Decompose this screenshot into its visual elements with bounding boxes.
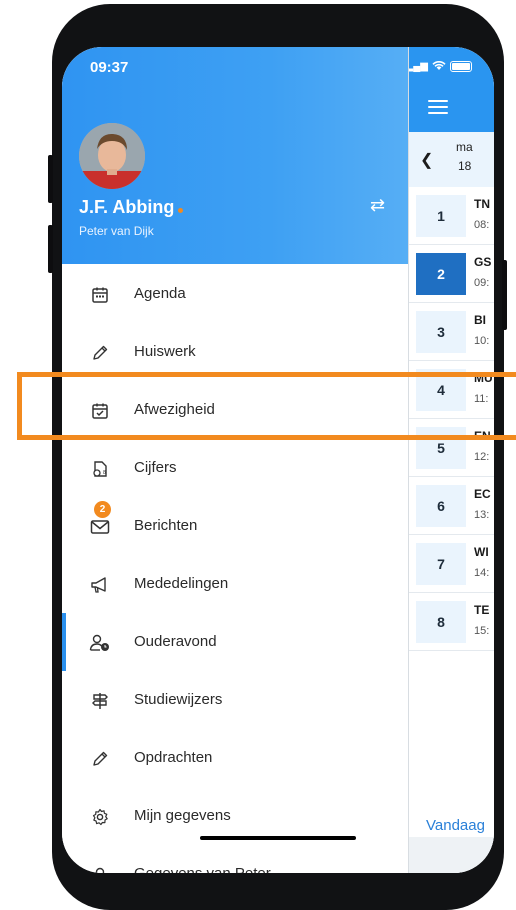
lesson-row[interactable]: 3 BI 10: (408, 303, 494, 361)
menu-item-cijfers[interactable]: 8 Cijfers (62, 439, 408, 497)
lesson-row[interactable]: 7 WI 14: (408, 535, 494, 593)
pencil-icon (88, 341, 112, 365)
lesson-time: 14: (474, 567, 490, 579)
stage: ▂▄▆ ❮ ma 18 1 TN 08: 2 GS 09: 3 BI 10: 4 MU 11: 5 EN 1… (0, 0, 516, 910)
menu-label: Ouderavond (134, 633, 217, 650)
lesson-number: 8 (416, 601, 466, 643)
menu-item-studiewijzers[interactable]: Studiewijzers (62, 671, 408, 729)
side-button (48, 155, 53, 203)
side-button (502, 260, 507, 330)
date-row: ❮ ma 18 (408, 132, 494, 187)
camera-area (62, 47, 494, 94)
lesson-number: 1 (416, 195, 466, 237)
lesson-subject: WI (474, 545, 489, 559)
menu-label: Berichten (134, 517, 198, 534)
today-button[interactable]: Vandaag (426, 817, 485, 834)
unread-badge: 2 (94, 501, 111, 518)
menu-item-ouderavond[interactable]: Ouderavond (62, 613, 408, 671)
day-number: 18 (458, 159, 472, 173)
grades-icon: 8 (88, 457, 112, 481)
person-icon (88, 863, 112, 873)
side-button (48, 225, 53, 273)
menu-label: Cijfers (134, 459, 177, 476)
home-indicator (200, 836, 356, 840)
menu-label: Opdrachten (134, 749, 213, 766)
menu-item-agenda[interactable]: Agenda (62, 265, 408, 323)
lesson-time: 15: (474, 625, 490, 637)
lesson-row[interactable]: 1 TN 08: (408, 187, 494, 245)
parent-meeting-icon (88, 631, 112, 655)
lesson-number: 7 (416, 543, 466, 585)
lesson-subject: BI (474, 313, 486, 327)
user-name-text: J.F. Abbing (79, 197, 175, 217)
menu-label: Mededelingen (134, 575, 229, 592)
lesson-number: 6 (416, 485, 466, 527)
lesson-number: 3 (416, 311, 466, 353)
schedule-footer (408, 837, 494, 873)
active-indicator (62, 613, 66, 671)
lesson-time: 13: (474, 509, 490, 521)
menu-item-opdrachten[interactable]: Opdrachten (62, 729, 408, 787)
menu-label: Mijn gegevens (134, 807, 231, 824)
svg-text:8: 8 (103, 470, 106, 476)
menu-item-gegevens-van-peter[interactable]: Gegevens van Peter (62, 845, 408, 873)
menu-label: Gegevens van Peter (134, 865, 271, 873)
lesson-subject: TE (474, 603, 490, 617)
menu-label: Huiswerk (134, 343, 196, 360)
lesson-row[interactable]: 6 EC 13: (408, 477, 494, 535)
status-dot (178, 208, 184, 213)
screen: ▂▄▆ ❮ ma 18 1 TN 08: 2 GS 09: 3 BI 10: 4 MU 11: 5 EN 1… (62, 47, 494, 873)
user-name: J.F. Abbing (79, 197, 184, 218)
schedule-pane: ▂▄▆ ❮ ma 18 1 TN 08: 2 GS 09: 3 BI 10: 4 MU 11: 5 EN 1… (406, 47, 494, 873)
lesson-number: 2 (416, 253, 466, 295)
megaphone-icon (88, 573, 112, 597)
lesson-row[interactable]: 8 TE 15: (408, 593, 494, 651)
lesson-time: 08: (474, 219, 490, 231)
drawer-edge (408, 47, 409, 873)
navigation-drawer: 09:37 J.F. Abbing Peter van Dijk ⇄ Agend… (62, 47, 408, 873)
menu-item-berichten[interactable]: 2 Berichten (62, 497, 408, 555)
mail-icon: 2 (88, 501, 112, 539)
lesson-time: 12: (474, 451, 490, 463)
avatar[interactable] (79, 123, 145, 189)
pencil-icon (88, 747, 112, 771)
user-subtitle: Peter van Dijk (79, 224, 154, 238)
chevron-left-icon[interactable]: ❮ (420, 150, 433, 170)
lesson-time: 09: (474, 277, 490, 289)
menu-label: Agenda (134, 285, 186, 302)
lesson-subject: EC (474, 487, 491, 501)
lesson-time: 10: (474, 335, 490, 347)
gear-icon (88, 805, 112, 829)
lesson-row[interactable]: 2 GS 09: (408, 245, 494, 303)
lesson-subject: TN (474, 197, 490, 211)
menu-item-mededelingen[interactable]: Mededelingen (62, 555, 408, 613)
lesson-subject: GS (474, 255, 492, 269)
signpost-icon (88, 689, 112, 713)
calendar-icon (88, 283, 112, 307)
day-name: ma (456, 140, 473, 154)
switch-account-icon[interactable]: ⇄ (370, 195, 385, 216)
menu-label: Studiewijzers (134, 691, 223, 708)
hamburger-icon[interactable] (428, 100, 448, 114)
highlight-box (17, 372, 516, 440)
